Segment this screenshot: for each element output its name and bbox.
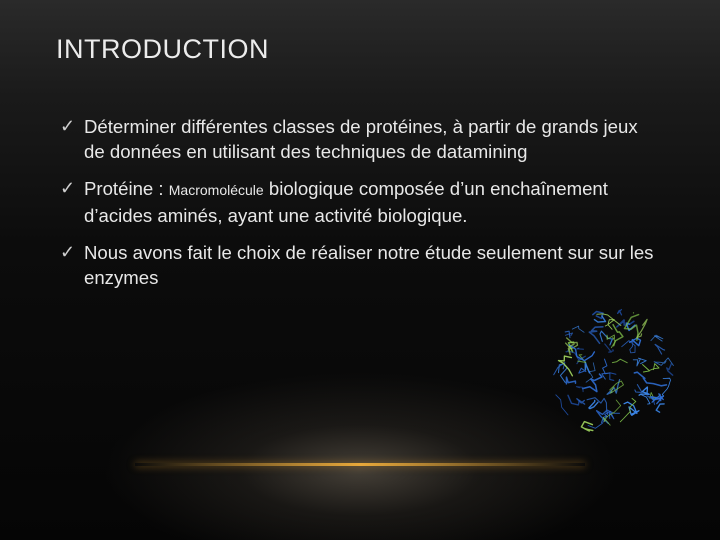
checkmark-icon: ✓ [60,242,76,262]
protein-structure-image [553,308,674,432]
accent-divider [135,463,585,466]
bullet-prefix: Protéine : [84,178,169,199]
bullet-item: ✓ Déterminer différentes classes de prot… [60,114,660,164]
slide: INTRODUCTION ✓ Déterminer différentes cl… [0,0,720,540]
bullet-text: Déterminer différentes classes de protéi… [84,116,638,162]
checkmark-icon: ✓ [60,116,76,136]
bullet-term: Macromolécule [168,182,264,198]
slide-title: INTRODUCTION [56,34,269,64]
bullet-item: ✓ Protéine : Macromolécule biologique co… [60,176,660,228]
bullet-item: ✓ Nous avons fait le choix de réaliser n… [60,240,660,290]
bullet-list: ✓ Déterminer différentes classes de prot… [60,114,660,302]
checkmark-icon: ✓ [60,178,76,198]
bullet-text: Nous avons fait le choix de réaliser not… [84,242,654,288]
